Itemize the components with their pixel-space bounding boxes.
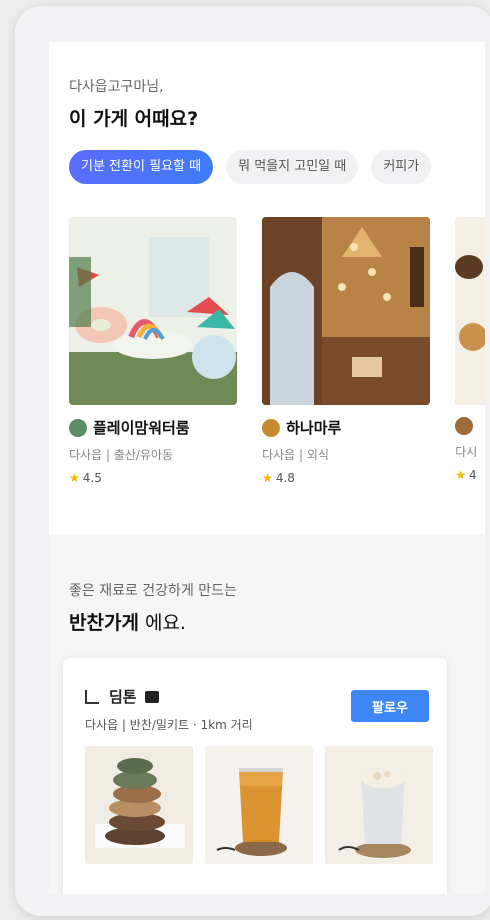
store-badge-icon xyxy=(144,690,159,703)
product-image[interactable] xyxy=(325,746,433,864)
store-area: 다사읍 xyxy=(262,448,296,462)
store-meta: 다시 xyxy=(455,443,485,460)
store-image xyxy=(69,217,237,405)
section-title: 이 가게 어때요? xyxy=(69,108,199,130)
product-image[interactable] xyxy=(205,746,313,864)
store-area: 다시 xyxy=(455,445,478,459)
store-area: 다사읍 xyxy=(69,448,103,462)
greeting-text: 다사읍고구마님, xyxy=(69,79,164,95)
star-icon: ★ xyxy=(69,471,80,485)
store-carousel: 플레이맘워터룸 다사읍 | 출산/유아동 ★ 4.5 하나마루 다사읍 | 외식… xyxy=(69,217,485,485)
store-card[interactable]: 다시 ★ 4 xyxy=(455,217,485,482)
store-rating: ★ 4 xyxy=(455,468,485,482)
store-card[interactable]: 플레이맘워터룸 다사읍 | 출산/유아동 ★ 4.5 xyxy=(69,217,237,485)
section2-title-rest: 에요. xyxy=(138,612,186,634)
shop-name-row: 딤톤 xyxy=(85,686,159,707)
section2-title-bold: 반찬가게 xyxy=(69,612,139,634)
recommend-section: 다사읍고구마님, 이 가게 어때요? 기분 전환이 필요할 때 뭐 먹을지 고민… xyxy=(49,42,485,534)
store-meta: 다사읍 | 외식 xyxy=(262,448,329,462)
star-icon: ★ xyxy=(262,471,273,485)
store-card[interactable]: 하나마루 다사읍 | 외식 ★ 4.8 xyxy=(262,217,431,485)
section2-title: 반찬가게 에요. xyxy=(69,608,186,635)
store-logo-icon xyxy=(455,417,474,435)
store-logo-icon xyxy=(262,418,281,437)
chip-food[interactable]: 뭐 먹을지 고민일 때 xyxy=(226,150,359,184)
store-category: 출산/유아동 xyxy=(113,448,174,462)
chip-row: 기분 전환이 필요할 때 뭐 먹을지 고민일 때 커피가 xyxy=(69,150,439,184)
store-meta: 다사읍 | 출산/유아동 xyxy=(69,448,174,462)
product-image[interactable] xyxy=(85,746,193,864)
rating-value: 4 xyxy=(468,468,477,482)
store-logo-icon xyxy=(69,418,87,437)
store-rating: ★ 4.5 xyxy=(69,471,237,485)
rating-value: 4.8 xyxy=(275,471,295,485)
store-category: 외식 xyxy=(306,448,329,462)
rating-value: 4.5 xyxy=(82,471,102,485)
star-icon: ★ xyxy=(455,468,466,482)
shop-logo-icon xyxy=(85,689,99,704)
store-rating: ★ 4.8 xyxy=(262,471,430,485)
shop-meta: 다사읍 | 반찬/밀키트 · 1km 거리 xyxy=(85,718,253,732)
phone-frame: 다사읍고구마님, 이 가게 어때요? 기분 전환이 필요할 때 뭐 먹을지 고민… xyxy=(15,6,490,916)
shop-name: 딤톤 xyxy=(109,688,137,706)
store-image xyxy=(455,217,485,405)
store-image xyxy=(262,217,431,405)
chip-mood[interactable]: 기분 전환이 필요할 때 xyxy=(69,150,214,184)
store-name: 플레이맘워터룸 xyxy=(93,419,190,437)
chip-coffee[interactable]: 커피가 xyxy=(371,150,432,184)
shop-card[interactable]: 딤톤 다사읍 | 반찬/밀키트 · 1km 거리 팔로우 xyxy=(63,658,447,894)
follow-button[interactable]: 팔로우 xyxy=(351,690,429,722)
store-name: 하나마루 xyxy=(286,419,342,437)
app-screen: 다사읍고구마님, 이 가게 어때요? 기분 전환이 필요할 때 뭐 먹을지 고민… xyxy=(49,42,485,894)
section2-subtitle: 좋은 재료로 건강하게 만드는 xyxy=(69,583,237,599)
